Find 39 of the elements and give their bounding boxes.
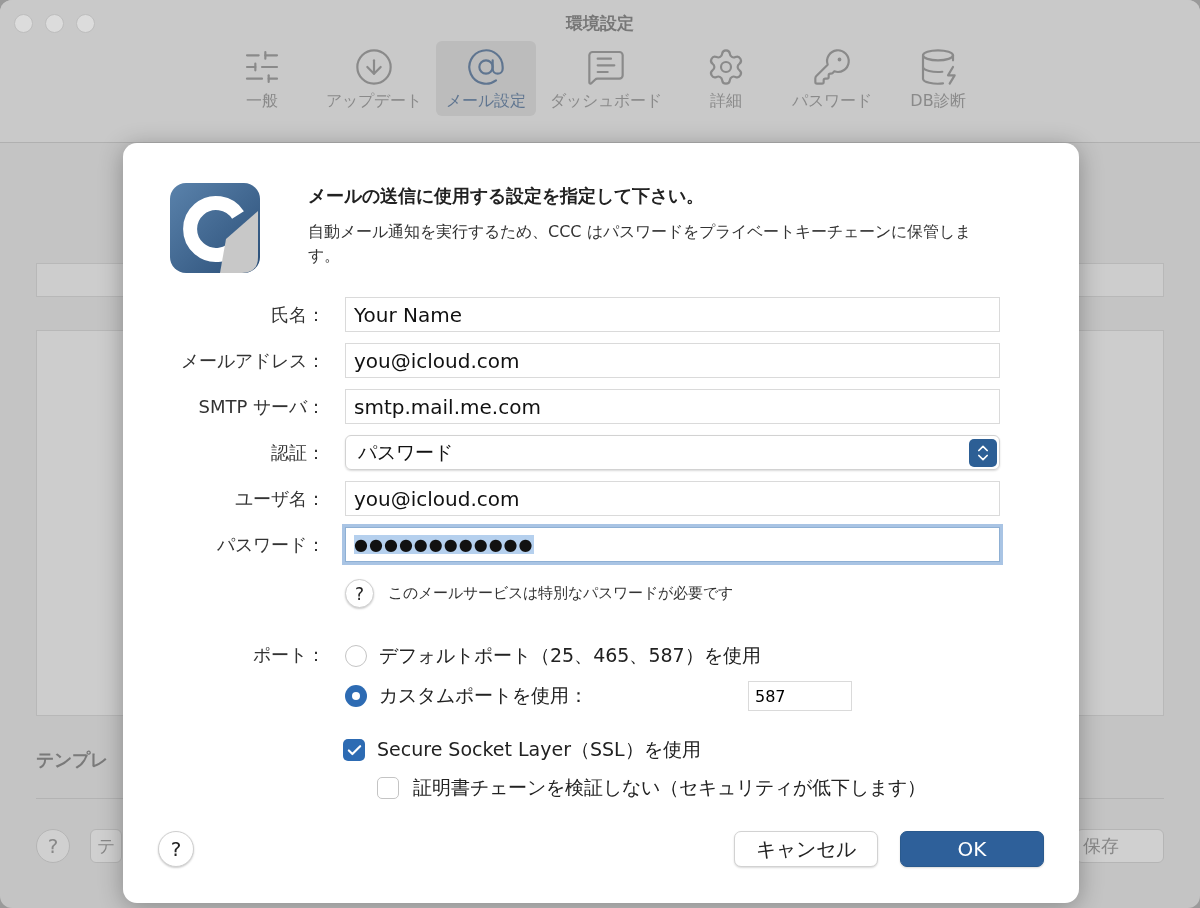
- dialog-description: 自動メール通知を実行するため、CCC はパスワードをプライベートキーチェーンに保管します。: [308, 221, 972, 267]
- checkbox-label: 証明書チェーンを検証しない（セキュリティが低下します）: [413, 775, 926, 800]
- key-icon: [812, 47, 852, 87]
- help-button[interactable]: ?: [345, 579, 374, 608]
- window-control[interactable]: [76, 14, 95, 33]
- field-label: SMTP サーバ：: [197, 394, 325, 419]
- help-button[interactable]: ?: [158, 831, 194, 867]
- cancel-button[interactable]: キャンセル: [734, 831, 878, 867]
- at-sign-icon: [466, 47, 506, 87]
- radio-label: カスタムポートを使用：: [379, 683, 588, 708]
- section-label: テンプレ: [36, 748, 108, 772]
- checkbox[interactable]: [377, 777, 399, 799]
- field-label: パスワード：: [216, 532, 325, 557]
- auth-select[interactable]: パスワード: [345, 435, 1000, 470]
- window-title: 環境設定: [566, 12, 634, 35]
- checkbox[interactable]: [343, 739, 365, 761]
- help-text: このメールサービスは特別なパスワードが必要です: [388, 584, 733, 603]
- input-field[interactable]: smtp.mail.me.com: [345, 389, 1000, 424]
- input-field[interactable]: you@icloud.com: [345, 481, 1000, 516]
- radio-label: デフォルトポート（25、465、587）を使用: [379, 643, 761, 668]
- checkbox-label: Secure Socket Layer（SSL）を使用: [377, 737, 701, 762]
- ok-button[interactable]: OK: [900, 831, 1044, 867]
- window-control[interactable]: [45, 14, 64, 33]
- field-label: ユーザ名：: [234, 486, 325, 511]
- password-field[interactable]: ●●●●●●●●●●●●: [345, 527, 1000, 562]
- input-field[interactable]: you@icloud.com: [345, 343, 1000, 378]
- input-field[interactable]: Your Name: [345, 297, 1000, 332]
- field-label: メールアドレス：: [180, 348, 325, 373]
- port-field[interactable]: 587: [748, 681, 852, 711]
- radio-button[interactable]: [345, 645, 367, 667]
- field-label: ポート：: [252, 643, 325, 667]
- dialog-title: メールの送信に使用する設定を指定して下さい。: [308, 184, 705, 208]
- field-label: 氏名：: [270, 302, 325, 327]
- logo-icon: [168, 181, 262, 275]
- window-control[interactable]: [14, 14, 33, 33]
- field-label: 認証：: [270, 440, 325, 465]
- download-icon: [354, 47, 394, 87]
- radio-button[interactable]: [345, 685, 367, 707]
- chevrons-icon: [969, 438, 997, 467]
